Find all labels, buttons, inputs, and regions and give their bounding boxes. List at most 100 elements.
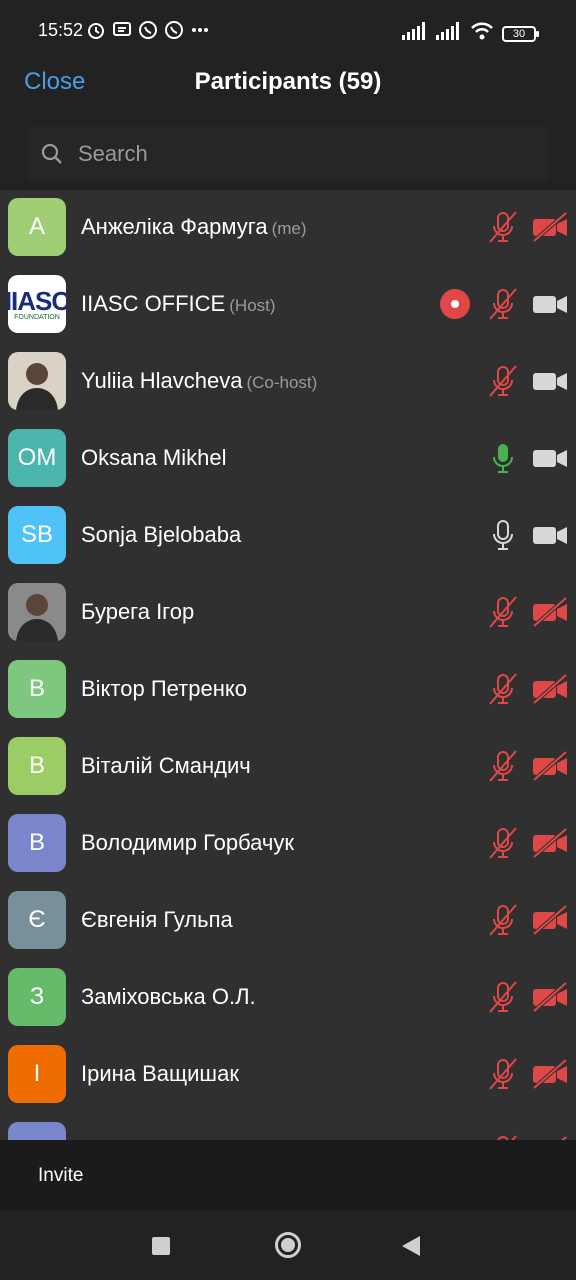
message-icon bbox=[112, 20, 132, 40]
participant-row[interactable]: В Володимир Горбачук bbox=[0, 806, 576, 883]
participant-row[interactable]: В Віктор Петренко bbox=[0, 652, 576, 729]
avatar: В bbox=[8, 737, 66, 795]
avatar: І bbox=[8, 1045, 66, 1103]
mic-muted-icon[interactable] bbox=[486, 672, 520, 706]
system-icons: 30 bbox=[402, 22, 539, 45]
participant-row[interactable]: Бурега Ігор bbox=[0, 575, 576, 652]
avatar bbox=[8, 583, 66, 641]
video-off-icon[interactable] bbox=[532, 827, 568, 859]
more-icon bbox=[190, 20, 210, 40]
mic-icon[interactable] bbox=[486, 441, 520, 475]
search-bar bbox=[0, 122, 576, 186]
avatar: IIASC FOUNDATION bbox=[8, 275, 66, 333]
viber-icon bbox=[164, 20, 184, 40]
avatar: Є bbox=[8, 891, 66, 949]
participant-name-text: Володимир Горбачук bbox=[81, 830, 294, 855]
recording-icon bbox=[440, 289, 470, 319]
participant-row[interactable]: І Ірина Ващишак bbox=[0, 1037, 576, 1114]
participant-name: Бурега Ігор bbox=[81, 599, 194, 625]
system-nav-bar bbox=[0, 1210, 576, 1280]
mic-muted-icon[interactable] bbox=[486, 1057, 520, 1091]
participant-role: (me) bbox=[271, 219, 307, 238]
mic-muted-icon[interactable] bbox=[486, 903, 520, 937]
participant-role: (Co-host) bbox=[246, 373, 318, 392]
participant-name-text: Бурега Ігор bbox=[81, 599, 195, 624]
participant-name-text: Ірина Ващишак bbox=[81, 1061, 239, 1086]
participant-name: Віталій Смандич bbox=[81, 753, 251, 779]
wifi-icon bbox=[470, 22, 494, 45]
home-button[interactable] bbox=[275, 1232, 301, 1258]
participant-name-text: Sonja Bjelobaba bbox=[81, 522, 242, 547]
participant-row[interactable]: SB Sonja Bjelobaba bbox=[0, 498, 576, 575]
video-off-icon[interactable] bbox=[532, 673, 568, 705]
participant-name: Yuliia Hlavcheva (Co-host) bbox=[81, 368, 317, 394]
participant-name-text: IIASC OFFICE bbox=[81, 291, 226, 316]
participant-name-text: Віталій Смандич bbox=[81, 753, 251, 778]
participant-name-text: Yuliia Hlavcheva bbox=[81, 368, 243, 393]
page-title: Participants (59) bbox=[194, 68, 382, 95]
participant-name: Oksana Mikhel bbox=[81, 445, 227, 471]
participant-name: Заміховська О.Л. bbox=[81, 984, 256, 1010]
status-bar: 15:52 30 bbox=[0, 0, 576, 60]
video-icon[interactable] bbox=[532, 520, 568, 550]
mic-muted-icon[interactable] bbox=[486, 826, 520, 860]
avatar: В bbox=[8, 814, 66, 872]
signal-icon bbox=[402, 22, 428, 45]
signal-icon bbox=[436, 22, 462, 45]
video-off-icon[interactable] bbox=[532, 981, 568, 1013]
battery-icon: 30 bbox=[502, 25, 539, 42]
participant-name-text: Анжеліка Фармуга bbox=[81, 214, 268, 239]
participant-name: IIASC OFFICE (Host) bbox=[81, 291, 276, 317]
search-input[interactable] bbox=[78, 140, 518, 168]
participant-role: (Host) bbox=[229, 296, 276, 315]
participant-name-text: Євгенія Гульпа bbox=[81, 907, 233, 932]
video-off-icon[interactable] bbox=[532, 211, 568, 243]
participant-row[interactable] bbox=[0, 1114, 576, 1140]
video-off-icon[interactable] bbox=[532, 1058, 568, 1090]
notification-icons bbox=[86, 20, 210, 40]
mic-muted-icon[interactable] bbox=[486, 287, 520, 321]
participant-name-text: Заміховська О.Л. bbox=[81, 984, 256, 1009]
participant-row[interactable]: OM Oksana Mikhel bbox=[0, 421, 576, 498]
participant-row[interactable]: З Заміховська О.Л. bbox=[0, 960, 576, 1037]
header: Close Participants (59) bbox=[0, 60, 576, 120]
mic-muted-icon[interactable] bbox=[486, 749, 520, 783]
mic-muted-icon[interactable] bbox=[486, 595, 520, 629]
logo-subtext: FOUNDATION bbox=[14, 313, 60, 321]
avatar: В bbox=[8, 660, 66, 718]
participant-name-text: Віктор Петренко bbox=[81, 676, 247, 701]
invite-button[interactable]: Invite bbox=[38, 1165, 83, 1187]
participant-row[interactable]: В Віталій Смандич bbox=[0, 729, 576, 806]
back-button[interactable] bbox=[402, 1236, 420, 1256]
video-off-icon[interactable] bbox=[532, 750, 568, 782]
participant-name: Ірина Ващишак bbox=[81, 1061, 239, 1087]
video-off-icon[interactable] bbox=[532, 596, 568, 628]
participant-row[interactable]: Yuliia Hlavcheva (Co-host) bbox=[0, 344, 576, 421]
avatar bbox=[8, 1122, 66, 1140]
video-icon[interactable] bbox=[532, 443, 568, 473]
avatar: З bbox=[8, 968, 66, 1026]
participant-name-text: Oksana Mikhel bbox=[81, 445, 227, 470]
participant-name: Анжеліка Фармуга (me) bbox=[81, 214, 307, 240]
video-icon[interactable] bbox=[532, 366, 568, 396]
recents-button[interactable] bbox=[152, 1237, 170, 1255]
mic-muted-icon[interactable] bbox=[486, 210, 520, 244]
search-icon bbox=[40, 142, 64, 166]
participant-name: Володимир Горбачук bbox=[81, 830, 294, 856]
mic-muted-icon[interactable] bbox=[486, 980, 520, 1014]
mic-icon[interactable] bbox=[486, 518, 520, 552]
search-box[interactable] bbox=[28, 126, 548, 182]
footer-bar: Invite bbox=[0, 1140, 576, 1210]
participant-list[interactable]: A Анжеліка Фармуга (me) IIASC FOUNDATION IIAS… bbox=[0, 190, 576, 1140]
video-icon[interactable] bbox=[532, 289, 568, 319]
participant-name: Євгенія Гульпа bbox=[81, 907, 233, 933]
participant-name: Sonja Bjelobaba bbox=[81, 522, 241, 548]
participant-name: Віктор Петренко bbox=[81, 676, 247, 702]
participant-row[interactable]: Є Євгенія Гульпа bbox=[0, 883, 576, 960]
avatar: OM bbox=[8, 429, 66, 487]
participant-row[interactable]: IIASC FOUNDATION IIASC OFFICE (Host) bbox=[0, 267, 576, 344]
mic-muted-icon[interactable] bbox=[486, 364, 520, 398]
participant-row[interactable]: A Анжеліка Фармуга (me) bbox=[0, 190, 576, 267]
logo-text: IIASC bbox=[8, 285, 66, 316]
video-off-icon[interactable] bbox=[532, 904, 568, 936]
